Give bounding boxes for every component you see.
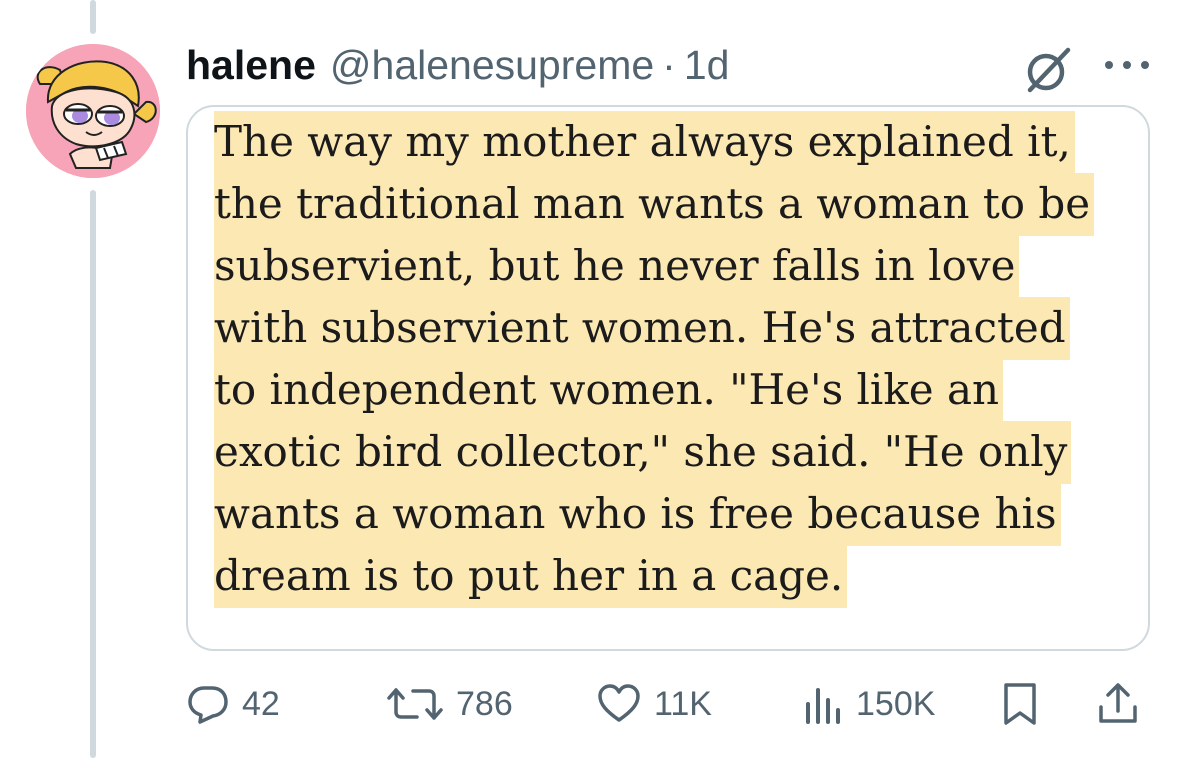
quote-line: exotic bird collector," she said. "He on…	[214, 421, 1072, 484]
share-icon	[1099, 683, 1137, 723]
repost-button[interactable]: 786	[386, 678, 513, 730]
reply-button[interactable]: 42	[186, 678, 280, 730]
like-button[interactable]: 11K	[596, 678, 712, 730]
display-name[interactable]: halene	[186, 42, 316, 89]
views-icon	[806, 688, 840, 724]
quote-line: wants a woman who is free because his	[214, 483, 1061, 546]
bookmark-icon	[1004, 683, 1036, 725]
repost-icon	[387, 688, 443, 720]
like-count: 11K	[654, 684, 712, 723]
tweet-header: halene @halenesupreme · 1d	[186, 40, 729, 90]
reply-count: 42	[242, 684, 280, 723]
tweet[interactable]: halene @halenesupreme · 1d The way my mo…	[0, 0, 1179, 758]
quote-image-text: The way my mother always explained it, t…	[214, 111, 1144, 608]
quote-line: with subservient women. He's attracted	[214, 297, 1070, 360]
thread-line-top	[90, 0, 96, 34]
user-handle[interactable]: @halenesupreme	[330, 42, 654, 89]
quote-line: the traditional man wants a woman to be	[214, 173, 1095, 236]
views-button[interactable]: 150K	[800, 678, 935, 730]
reply-icon	[188, 686, 228, 724]
repost-count: 786	[456, 684, 513, 723]
quote-line: The way my mother always explained it,	[214, 111, 1075, 174]
grok-icon[interactable]	[1022, 44, 1074, 96]
quote-line: dream is to put her in a cage.	[214, 545, 848, 608]
quote-line: subservient, but he never falls in love	[214, 235, 1020, 298]
more-icon[interactable]	[1101, 54, 1153, 76]
bookmark-button[interactable]	[1000, 678, 1040, 730]
media-card[interactable]: The way my mother always explained it, t…	[186, 105, 1150, 651]
timestamp[interactable]: 1d	[684, 42, 730, 89]
action-bar: 42 786 11K 150K	[186, 678, 1150, 730]
quote-line: to independent women. "He's like an	[214, 359, 1004, 422]
avatar-image	[26, 44, 160, 178]
views-count: 150K	[856, 684, 936, 723]
separator-dot: ·	[662, 41, 676, 88]
heart-icon	[598, 684, 640, 722]
avatar[interactable]	[26, 44, 160, 178]
thread-line-bottom	[90, 190, 96, 758]
share-button[interactable]	[1096, 678, 1140, 730]
